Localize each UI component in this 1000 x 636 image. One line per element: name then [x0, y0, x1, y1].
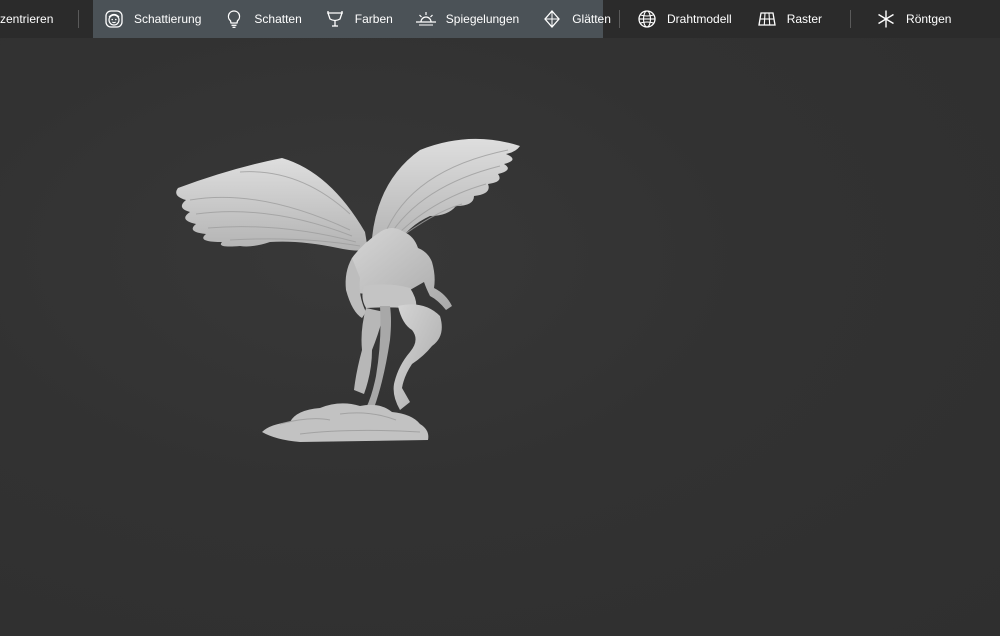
smooth-button[interactable]: Glätten	[541, 0, 611, 38]
shadows-button[interactable]: Schatten	[223, 0, 302, 38]
smooth-label: Glätten	[572, 12, 611, 26]
asterisk-icon	[875, 8, 897, 30]
center-button[interactable]: zentrieren	[0, 0, 54, 38]
render-options-group: Schattierung Schatten Farben Spiegelunge…	[93, 0, 611, 38]
grid-label: Raster	[786, 12, 823, 26]
toolbar-separator	[850, 10, 852, 28]
shading-button[interactable]: Schattierung	[103, 0, 201, 38]
cloud-base	[262, 403, 429, 442]
lightbulb-icon	[223, 8, 245, 30]
toolbar-separator	[78, 10, 79, 28]
reflections-label: Spiegelungen	[445, 12, 520, 26]
3d-viewport[interactable]	[0, 38, 1000, 636]
center-label: zentrieren	[0, 12, 54, 26]
angel-statue-model	[176, 138, 520, 442]
xray-label: Röntgen	[906, 12, 952, 26]
colors-button[interactable]: Farben	[324, 0, 393, 38]
grid-button[interactable]: Raster	[756, 0, 822, 38]
3d-viewer-app: zentrieren Schattierung Schatten Farben …	[0, 0, 1000, 636]
colors-label: Farben	[354, 12, 393, 26]
wireframe-label: Drahtmodell	[667, 12, 732, 26]
xray-button[interactable]: Röntgen	[875, 0, 951, 38]
view-toolbar: zentrieren Schattierung Schatten Farben …	[0, 0, 1000, 38]
grid-icon	[756, 8, 778, 30]
globe-icon	[636, 8, 658, 30]
shading-label: Schattierung	[134, 12, 202, 26]
sunrise-icon	[415, 8, 437, 30]
diamond-icon	[541, 8, 563, 30]
toolbar-separator	[619, 10, 620, 28]
shading-face-icon	[103, 8, 125, 30]
reflections-button[interactable]: Spiegelungen	[415, 0, 519, 38]
angel-body	[345, 228, 452, 410]
wireframe-button[interactable]: Drahtmodell	[636, 0, 732, 38]
shadows-label: Schatten	[254, 12, 302, 26]
left-wing	[176, 158, 368, 251]
paint-bucket-icon	[324, 8, 346, 30]
